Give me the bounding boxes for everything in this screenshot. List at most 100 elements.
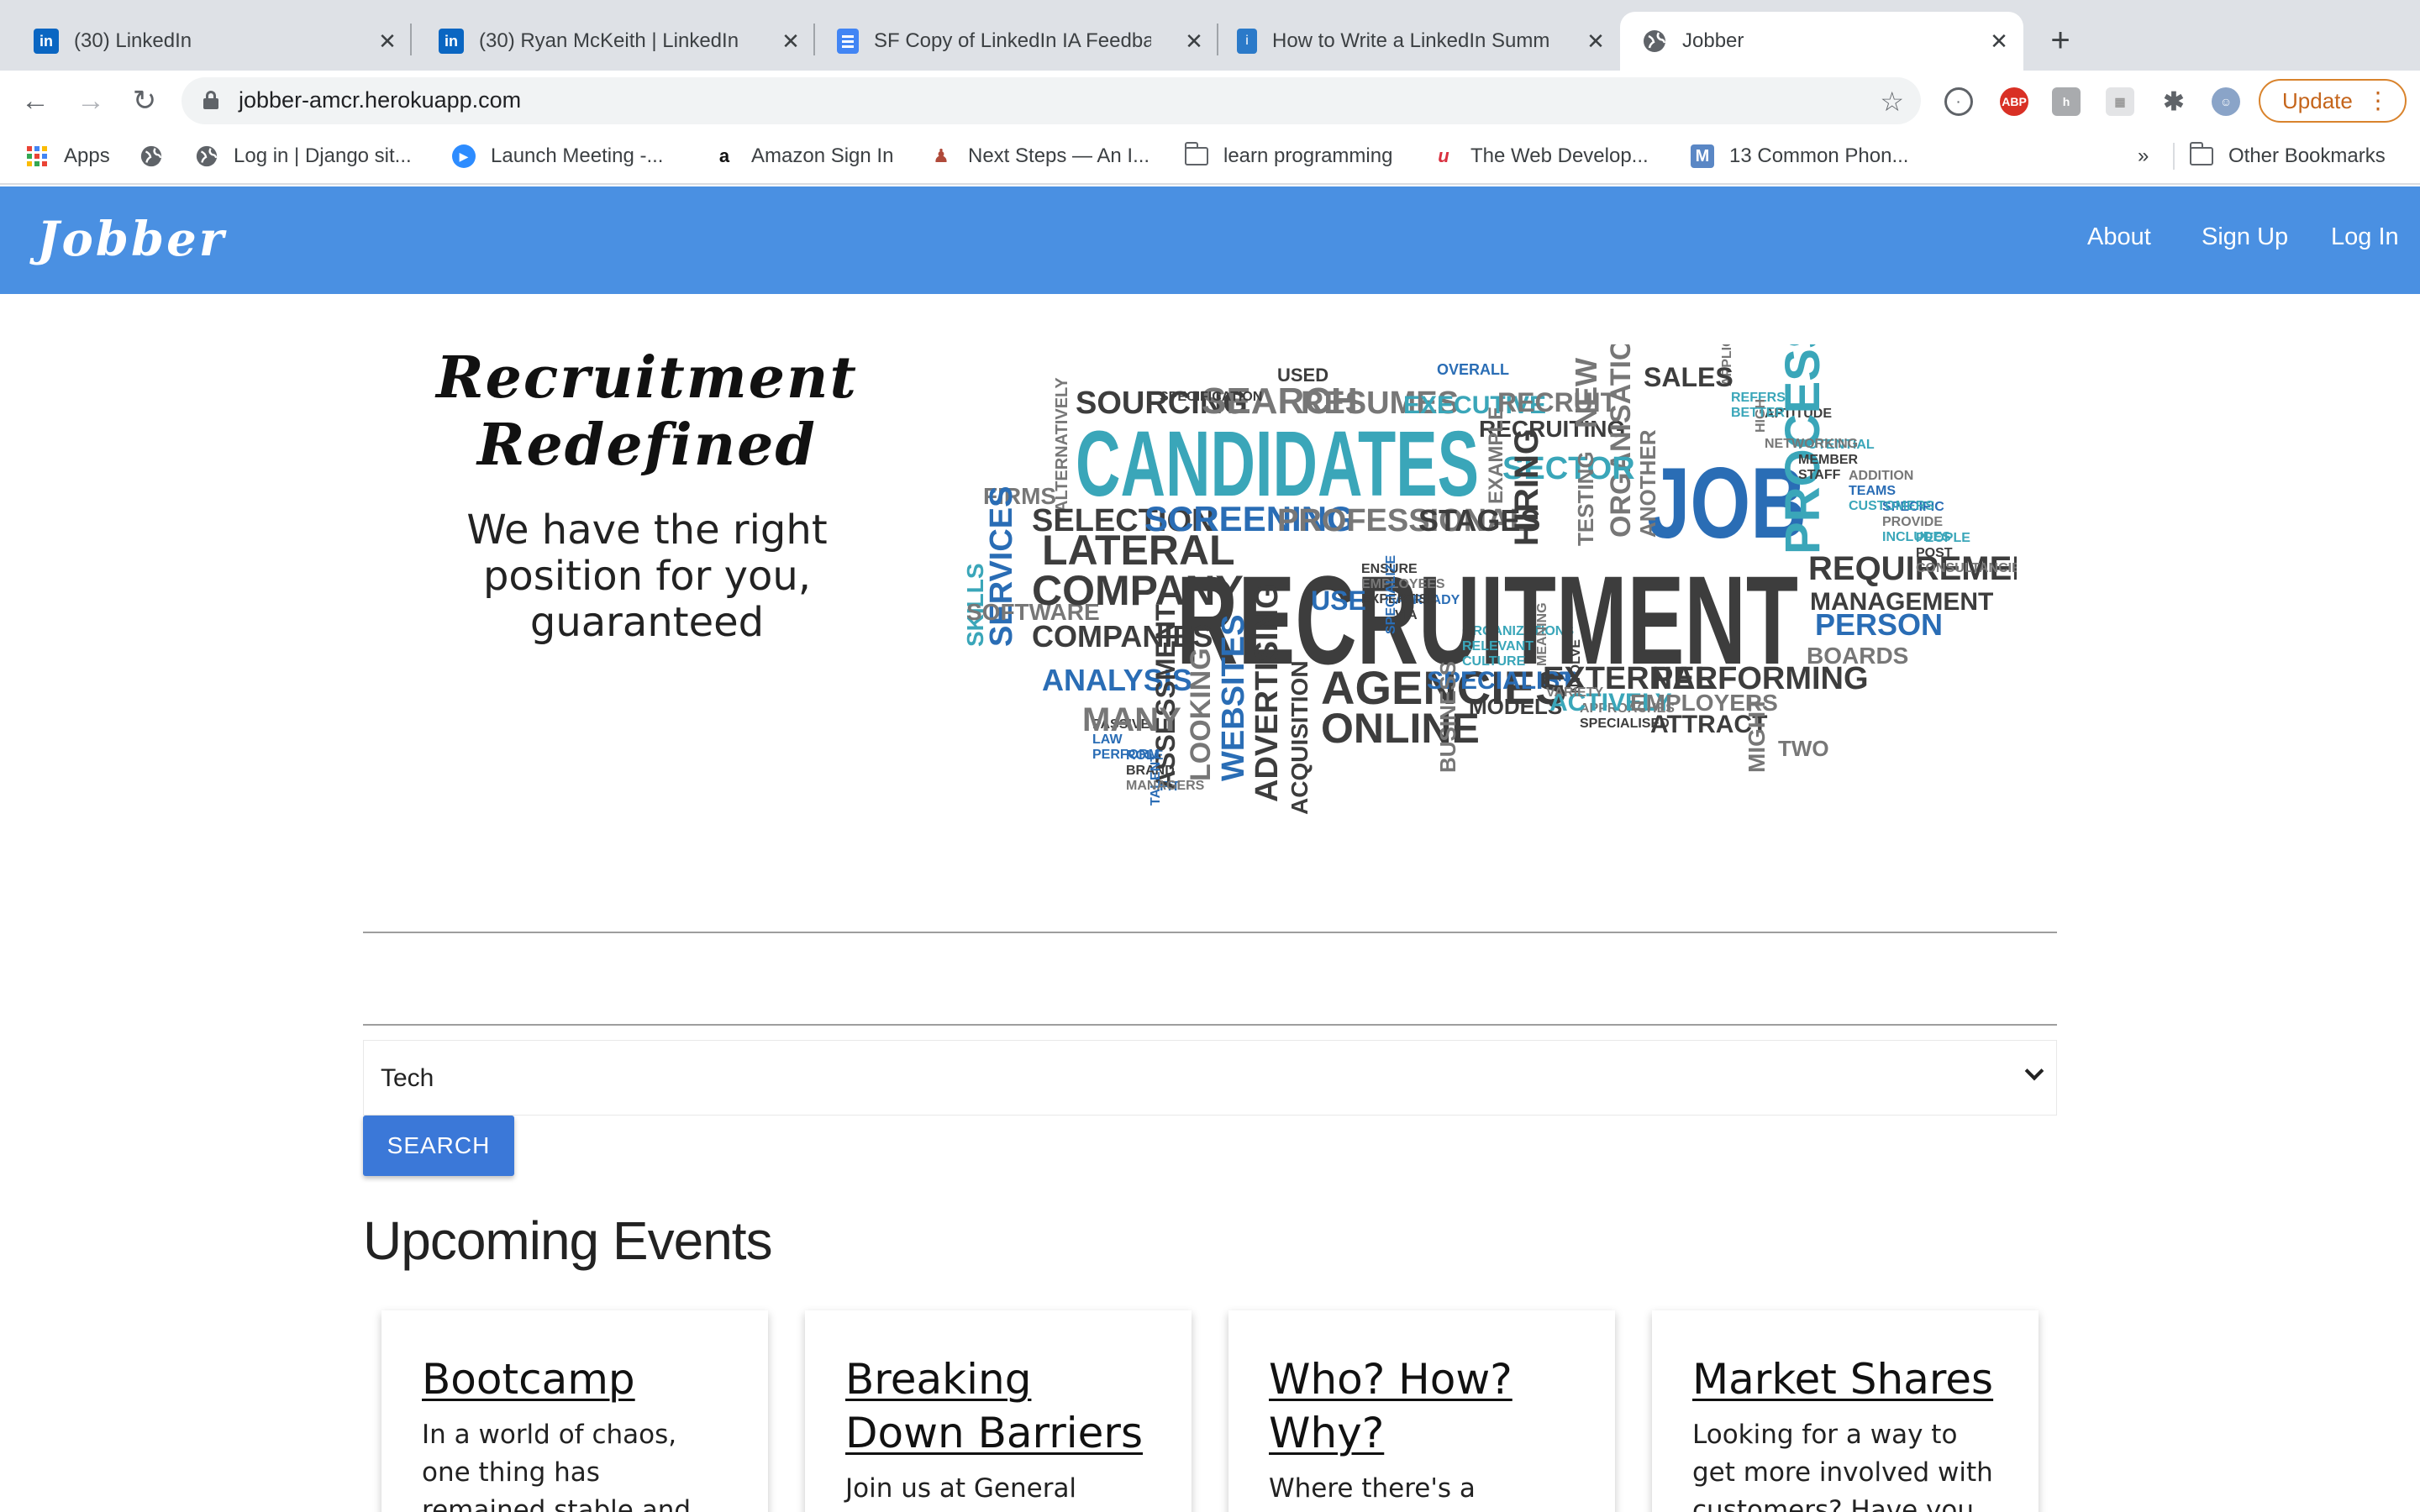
browser-toolbar: ← → ↻ jobber-amcr.herokuapp.com ☆ · ABP … (0, 71, 2420, 129)
menu-dots-icon: ⋮ (2366, 87, 2390, 113)
more-bookmarks-chevron-icon[interactable]: » (2138, 141, 2149, 171)
hero-title-line: Redefined (477, 412, 817, 479)
search-input-underline[interactable] (363, 932, 2057, 933)
word-cloud-word: MIGHT (1744, 697, 1770, 773)
word-cloud-word: VARIETY (1546, 685, 1603, 700)
close-tab-icon[interactable]: ✕ (1583, 29, 1608, 54)
bookmark-zoom[interactable]: ▶ Launch Meeting -... (452, 141, 663, 171)
word-cloud-word: TEAMS (1849, 484, 1896, 498)
bookmark-folder-learn[interactable]: learn programming (1185, 141, 1392, 171)
event-card[interactable]: Breaking Down Barriers Join us at Genera… (805, 1310, 1192, 1512)
word-cloud-word: NEW (1569, 358, 1603, 428)
event-card[interactable]: Bootcamp In a world of chaos, one thing … (381, 1310, 768, 1512)
bookmarks-bar: Apps Log in | Django sit... ▶ Launch Mee… (0, 129, 2420, 185)
word-cloud-word: ANOTHER (1635, 429, 1660, 538)
browser-tab[interactable]: i How to Write a LinkedIn Summ ✕ (1218, 12, 1620, 71)
event-card-title[interactable]: Who? How? Why? (1269, 1352, 1573, 1460)
word-cloud-word: RELEVANT (1462, 639, 1534, 654)
tab-title: SF Copy of LinkedIn IA Feedba (874, 29, 1151, 52)
back-arrow-icon[interactable]: ← (18, 84, 52, 118)
word-cloud-word: EXPERTISE (1361, 592, 1437, 606)
udemy-icon: u (1438, 145, 1449, 166)
event-card-body: Where there's a (1269, 1473, 1476, 1504)
browser-tab-active[interactable]: Jobber ✕ (1620, 12, 2023, 71)
address-bar[interactable]: jobber-amcr.herokuapp.com ☆ (182, 77, 1921, 124)
bookmark-label: Apps (64, 144, 110, 167)
extension-icon[interactable]: · (1944, 87, 1973, 116)
close-tab-icon[interactable]: ✕ (1181, 29, 1207, 54)
extension-icon[interactable]: ▦ (2106, 87, 2134, 116)
word-cloud-word: VIA (1395, 608, 1418, 622)
article-icon: i (1237, 29, 1257, 54)
word-cloud-word: HIRING (1508, 428, 1545, 546)
bookmark-amazon[interactable]: a Amazon Sign In (713, 141, 894, 171)
word-cloud-word: SPECIALISED (1580, 717, 1670, 731)
browser-tab[interactable]: in (30) Ryan McKeith | LinkedIn ✕ (412, 12, 815, 71)
word-cloud-word: PERSON (1815, 607, 1943, 642)
hero-subtitle-line: guaranteed (529, 599, 765, 646)
person-icon: ♟ (933, 145, 950, 166)
word-cloud-word: CUSTOMERS (1849, 499, 1934, 513)
url-text[interactable]: jobber-amcr.herokuapp.com (239, 87, 521, 113)
other-bookmarks[interactable]: Other Bookmarks (2190, 141, 2386, 171)
word-cloud-word: STAFF (1798, 468, 1841, 482)
close-tab-icon[interactable]: ✕ (375, 29, 400, 54)
update-button[interactable]: Update ⋮ (2259, 79, 2407, 123)
hero-title: Recruitment Redefined (395, 344, 899, 479)
word-cloud-word: TWO (1778, 736, 1829, 761)
event-card-title[interactable]: Bootcamp (422, 1352, 726, 1406)
word-cloud-word: PROVIDE (1882, 515, 1943, 529)
location-input-underline[interactable] (363, 1024, 2057, 1026)
search-button[interactable]: SEARCH (363, 1116, 514, 1176)
recruitment-word-cloud-image: APPLICABLEAPTITUDEUSEDPOTENTIALADDITIONO… (962, 344, 2017, 815)
reload-icon[interactable]: ↻ (128, 84, 161, 118)
browser-tab[interactable]: SF Copy of LinkedIn IA Feedba ✕ (815, 12, 1218, 71)
bookmark-label: Log in | Django sit... (234, 144, 412, 167)
globe-icon (195, 144, 218, 168)
hero-subtitle-line: position for you, (482, 553, 812, 600)
event-card[interactable]: Market Shares Looking for a way to get m… (1652, 1310, 2039, 1512)
word-cloud-word: WEBSITES (1216, 615, 1251, 781)
event-card-title[interactable]: Market Shares (1692, 1352, 1996, 1406)
bookmark-star-icon[interactable]: ☆ (1880, 86, 1904, 118)
bookmark-apps[interactable]: Apps (25, 141, 110, 171)
word-cloud-word: USE (1311, 585, 1366, 616)
bookmark-globe[interactable] (139, 141, 163, 171)
adblock-icon[interactable]: ABP (2000, 87, 2028, 116)
extension-icon[interactable]: h (2052, 87, 2081, 116)
word-cloud-word: TESTING (1573, 451, 1598, 546)
bookmark-common-phone[interactable]: M 13 Common Phon... (1691, 141, 1908, 171)
tab-title: Jobber (1682, 29, 1744, 52)
chevron-down-icon (2024, 1061, 2044, 1081)
word-cloud-word: MANY (1082, 701, 1181, 738)
tab-title: (30) Ryan McKeith | LinkedIn (479, 29, 739, 52)
word-cloud-word: POST (1916, 546, 1953, 560)
word-cloud-word: LOOKING (1185, 648, 1217, 781)
apps-grid-icon (25, 144, 49, 168)
brand-logo[interactable]: Jobber (37, 212, 226, 267)
event-card[interactable]: Who? How? Why? Where there's a (1228, 1310, 1615, 1512)
forward-arrow-icon[interactable]: → (74, 84, 108, 118)
bookmark-django[interactable]: Log in | Django sit... (195, 141, 412, 171)
avatar[interactable]: ☺ (2212, 87, 2240, 116)
event-card-title[interactable]: Breaking Down Barriers (845, 1352, 1150, 1460)
bookmark-next-steps[interactable]: ♟ Next Steps — An I... (929, 141, 1150, 171)
bookmark-label: learn programming (1223, 144, 1393, 167)
word-cloud-word: SPECIALIZE (1384, 554, 1398, 634)
new-tab-button[interactable]: + (2042, 22, 2079, 59)
bookmark-label: 13 Common Phon... (1729, 144, 1909, 167)
word-cloud-word: ACQUISITION (1286, 660, 1313, 815)
category-select-value: Tech (381, 1064, 434, 1092)
google-docs-icon (837, 29, 859, 54)
update-label: Update (2282, 88, 2353, 113)
close-tab-icon[interactable]: ✕ (778, 29, 803, 54)
browser-tab[interactable]: in (30) LinkedIn ✕ (0, 12, 412, 71)
nav-about-link[interactable]: About (2087, 223, 2151, 251)
word-cloud-word: ADVERTISING (1249, 584, 1285, 802)
nav-login-link[interactable]: Log In (2331, 223, 2399, 251)
bookmark-web-dev[interactable]: u The Web Develop... (1432, 141, 1648, 171)
category-select[interactable]: Tech (363, 1040, 2057, 1116)
puzzle-icon[interactable]: ✱ (2160, 87, 2188, 116)
nav-signup-link[interactable]: Sign Up (2202, 223, 2288, 251)
close-tab-icon[interactable]: ✕ (1986, 29, 2012, 54)
